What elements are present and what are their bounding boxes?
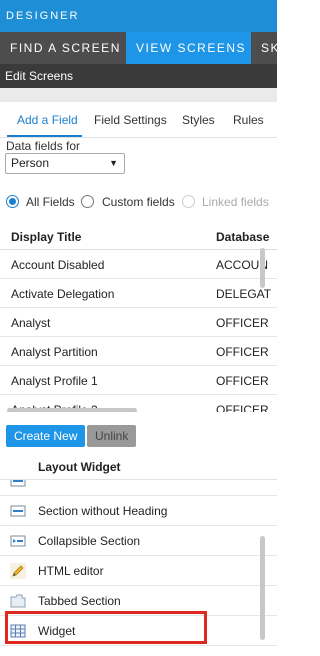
chevron-down-icon: ▼ xyxy=(109,158,118,168)
radio-custom-fields[interactable] xyxy=(81,195,94,208)
create-new-button[interactable]: Create New xyxy=(6,425,86,447)
list-item[interactable]: Section without Heading xyxy=(0,496,277,526)
tab-field-settings[interactable]: Field Settings xyxy=(94,113,167,127)
cell-database: OFFICER xyxy=(216,403,269,412)
folder-icon xyxy=(10,593,26,609)
radio-all-fields[interactable] xyxy=(6,195,19,208)
cell-display-title: Analyst Profile 1 xyxy=(11,374,98,388)
field-tabs: Add a Field Field Settings Styles Rules xyxy=(0,102,277,138)
data-fields-label: Data fields for xyxy=(6,139,81,153)
cell-display-title: Analyst xyxy=(11,316,51,330)
pencil-icon xyxy=(10,563,26,579)
tab-styles[interactable]: Styles xyxy=(182,113,215,127)
unlink-button: Unlink xyxy=(87,425,137,447)
table-vertical-scrollbar[interactable] xyxy=(260,248,265,288)
table-row[interactable]: Account Disabled ACCOUN xyxy=(0,250,277,279)
layout-widget-scrollbar[interactable] xyxy=(260,536,265,640)
data-fields-select[interactable]: Person ▼ xyxy=(5,153,125,174)
tab-rules[interactable]: Rules xyxy=(233,113,264,127)
list-item[interactable] xyxy=(0,480,277,496)
column-database[interactable]: Database xyxy=(216,230,269,244)
list-item-label: Section without Heading xyxy=(38,504,168,518)
list-item-label: Collapsible Section xyxy=(38,534,141,548)
table-header: Display Title Database xyxy=(0,222,277,250)
section-icon xyxy=(10,503,26,519)
cell-display-title: Account Disabled xyxy=(11,258,105,272)
spacer xyxy=(0,88,277,102)
subheader-title: Edit Screens xyxy=(5,69,74,83)
nav-sk[interactable]: SK xyxy=(251,32,277,64)
section-icon xyxy=(10,480,26,489)
subheader: Edit Screens xyxy=(0,64,277,88)
app-brand: DESIGNER xyxy=(6,10,80,22)
radio-all-fields-label: All Fields xyxy=(26,195,75,209)
nav-find-a-screen[interactable]: FIND A SCREEN xyxy=(0,32,131,64)
collapsible-icon xyxy=(10,533,26,549)
radio-linked-fields-label: Linked fields xyxy=(202,195,269,209)
top-bar: DESIGNER xyxy=(0,0,277,32)
layout-widget-title: Layout Widget xyxy=(38,460,121,474)
table-row[interactable]: Analyst Profile 1 OFFICER xyxy=(0,366,277,395)
cell-display-title: Analyst Partition xyxy=(11,345,98,359)
list-item-label: Tabbed Section xyxy=(38,594,121,608)
cell-database: OFFICER xyxy=(216,345,269,359)
table-row[interactable]: Activate Delegation DELEGAT xyxy=(0,279,277,308)
layout-widget-header: Layout Widget xyxy=(0,456,277,480)
radio-custom-fields-label: Custom fields xyxy=(102,195,175,209)
table-row[interactable]: Analyst OFFICER xyxy=(0,308,277,337)
widget-highlight-box xyxy=(5,611,207,644)
cell-database: OFFICER xyxy=(216,316,269,330)
layout-widget-list: Section without Heading Collapsible Sect… xyxy=(0,480,277,656)
data-fields-selected: Person xyxy=(11,156,50,170)
cell-database: OFFICER xyxy=(216,374,269,388)
cell-database: DELEGAT xyxy=(216,287,272,301)
radio-linked-fields xyxy=(182,195,195,208)
nav-view-screens[interactable]: VIEW SCREENS xyxy=(126,32,251,64)
tab-add-a-field[interactable]: Add a Field xyxy=(17,113,78,127)
column-display-title[interactable]: Display Title xyxy=(11,230,81,244)
list-item[interactable]: HTML editor xyxy=(0,556,277,586)
list-item-label: HTML editor xyxy=(38,564,104,578)
main-nav: FIND A SCREEN VIEW SCREENS SK xyxy=(0,32,277,64)
cell-display-title: Activate Delegation xyxy=(11,287,115,301)
fields-table: Display Title Database Account Disabled … xyxy=(0,222,277,412)
table-horizontal-scrollbar[interactable] xyxy=(7,408,137,412)
table-row[interactable]: Analyst Partition OFFICER xyxy=(0,337,277,366)
list-item[interactable]: Collapsible Section xyxy=(0,526,277,556)
field-filter-radios: All Fields Custom fields Linked fields xyxy=(0,192,277,214)
active-tab-indicator xyxy=(7,135,82,137)
